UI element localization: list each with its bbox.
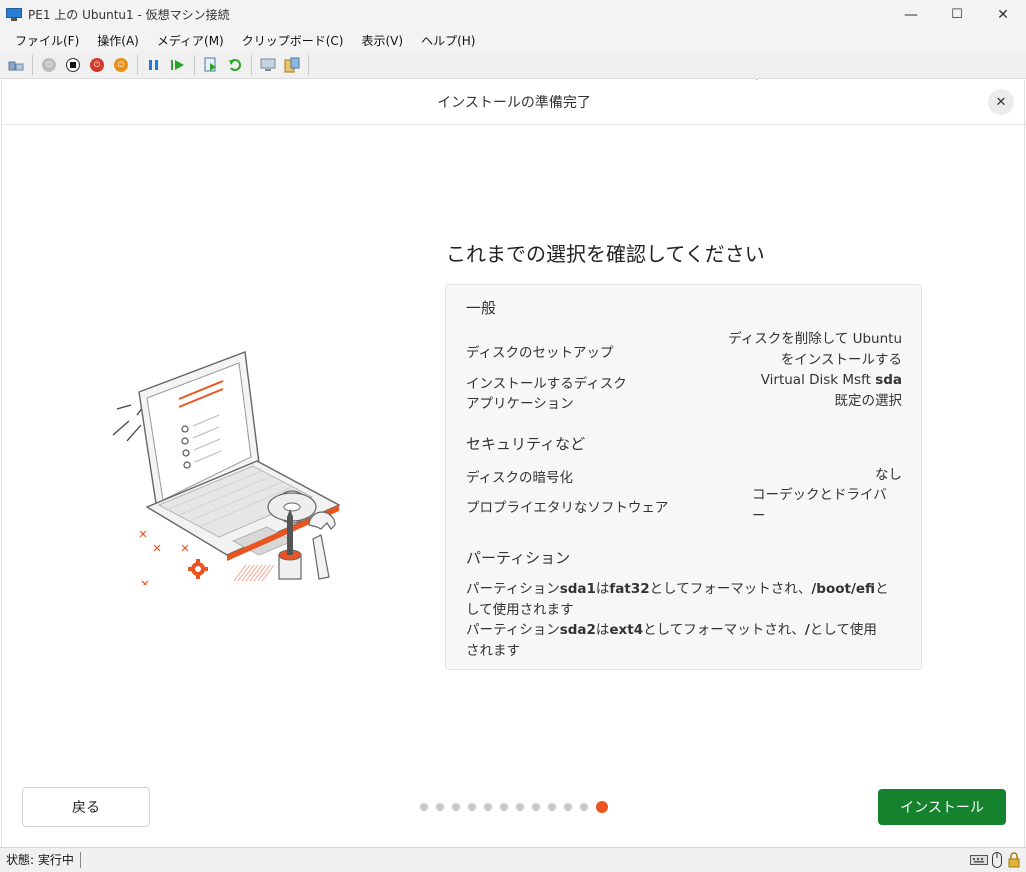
window-title: PE1 上の Ubuntu1 - 仮想マシン接続: [28, 8, 230, 22]
section-partitions-title: パーティション: [466, 549, 571, 567]
applications-label: アプリケーション: [466, 396, 574, 412]
mouse-icon: [992, 852, 1002, 871]
menu-clipboard[interactable]: クリップボード(C): [234, 32, 353, 49]
menu-action[interactable]: 操作(A): [89, 32, 148, 49]
toolbar-separator: [32, 54, 33, 75]
menu-media[interactable]: メディア(M): [149, 32, 233, 49]
enhanced-session-icon[interactable]: [258, 55, 278, 75]
partition-sda2-line2: されます: [466, 643, 520, 659]
install-disk-model: Virtual Disk Msft: [760, 372, 871, 388]
installer-header: インストールの準備完了: [2, 80, 1026, 125]
install-disk-device: sda: [875, 372, 902, 388]
menubar: ファイル(F) 操作(A) メディア(M) クリップボード(C) 表示(V) ヘ…: [0, 29, 1026, 51]
install-button[interactable]: インストール: [878, 789, 1006, 825]
proprietary-value-line2: ー: [752, 508, 766, 524]
shutdown-icon[interactable]: ⏻: [87, 55, 107, 75]
partition-sda2-line1: パーティションsda2はext4としてフォーマットされ、/として使用: [466, 622, 877, 638]
section-security-title: セキュリティなど: [466, 435, 586, 453]
window-titlebar: PE1 上の Ubuntu1 - 仮想マシン接続 — ☐ ✕: [0, 0, 1026, 29]
proprietary-software-value: コーデックとドライバ ー: [752, 485, 902, 527]
toolbar: ⏻ ⏻ ⏻: [0, 51, 1026, 79]
disk-setup-value-line1: ディスクを削除して Ubuntu: [728, 331, 902, 347]
progress-dot: [484, 803, 492, 811]
partition-sda1-line1: パーティションsda1はfat32としてフォーマットされ、/boot/efiと: [466, 581, 889, 597]
toolbar-separator: [251, 54, 252, 75]
applications-value: 既定の選択: [834, 393, 903, 409]
partition-sda1-line2: して使用されます: [466, 602, 574, 618]
ctrl-alt-del-icon[interactable]: [6, 55, 26, 75]
progress-dot: [564, 803, 572, 811]
install-disk-value: Virtual Disk Msft sda: [761, 370, 902, 391]
progress-dots: [420, 801, 616, 813]
proprietary-value-line1: コーデックとドライバ: [752, 487, 887, 503]
installer-window: インストールの準備完了 ✕ これまでの選択を確認してください 一般 ディスクのセ…: [1, 80, 1026, 847]
toolbar-separator: [137, 54, 138, 75]
menu-file[interactable]: ファイル(F): [7, 32, 88, 49]
progress-dot: [436, 803, 444, 811]
progress-dot: [452, 803, 460, 811]
summary-card: 一般 ディスクのセットアップ ディスクを削除して Ubuntu をインストールす…: [445, 284, 922, 670]
proprietary-software-label: プロプライエタリなソフトウェア: [466, 500, 669, 516]
toolbar-separator: [194, 54, 195, 75]
window-controls: — ☐ ✕: [888, 0, 1026, 29]
revert-icon[interactable]: [225, 55, 245, 75]
encryption-value: なし: [875, 467, 902, 483]
minimize-button[interactable]: —: [888, 0, 934, 29]
installer-close-button[interactable]: ✕: [988, 89, 1014, 115]
progress-dot-current: [596, 801, 608, 813]
decorations: [132, 494, 315, 585]
disk-setup-label: ディスクのセットアップ: [466, 345, 614, 361]
status-icons: [970, 852, 1020, 871]
menu-help[interactable]: ヘルプ(H): [413, 32, 484, 49]
status-text: 状態: 実行中: [6, 852, 81, 868]
encryption-label: ディスクの暗号化: [466, 470, 574, 486]
progress-dot: [516, 803, 524, 811]
partition-sda1-description: パーティションsda1はfat32としてフォーマットされ、/boot/efiと …: [466, 579, 906, 621]
statusbar: 状態: 実行中: [0, 847, 1026, 872]
disk-setup-value-line2: をインストールする: [780, 352, 902, 368]
resume-icon[interactable]: [168, 55, 188, 75]
start-icon[interactable]: ⏻: [39, 55, 59, 75]
installer-title: インストールの準備完了: [437, 95, 591, 111]
checkpoint-icon[interactable]: [201, 55, 221, 75]
save-state-icon[interactable]: ⏻: [111, 55, 131, 75]
keyboard-icon: [970, 854, 988, 869]
progress-dot: [548, 803, 556, 811]
turn-off-icon[interactable]: [63, 55, 83, 75]
progress-dot: [500, 803, 508, 811]
pause-icon[interactable]: [144, 55, 164, 75]
share-icon[interactable]: [282, 55, 302, 75]
partition-sda2-description: パーティションsda2はext4としてフォーマットされ、/として使用 されます: [466, 620, 906, 662]
section-general-title: 一般: [466, 299, 497, 317]
progress-dot: [420, 803, 428, 811]
maximize-button[interactable]: ☐: [934, 0, 980, 29]
progress-dot: [580, 803, 588, 811]
lock-icon: [1008, 852, 1020, 871]
progress-dot: [468, 803, 476, 811]
menu-view[interactable]: 表示(V): [354, 32, 413, 49]
vm-connection-icon: [6, 7, 22, 22]
install-disk-label: インストールするディスク: [466, 376, 627, 392]
close-window-button[interactable]: ✕: [980, 0, 1026, 29]
page-heading: これまでの選択を確認してください: [446, 242, 765, 266]
toolbar-separator: [308, 54, 309, 75]
disk-setup-value: ディスクを削除して Ubuntu をインストールする: [728, 329, 902, 371]
progress-dot: [532, 803, 540, 811]
back-button[interactable]: 戻る: [22, 787, 150, 827]
